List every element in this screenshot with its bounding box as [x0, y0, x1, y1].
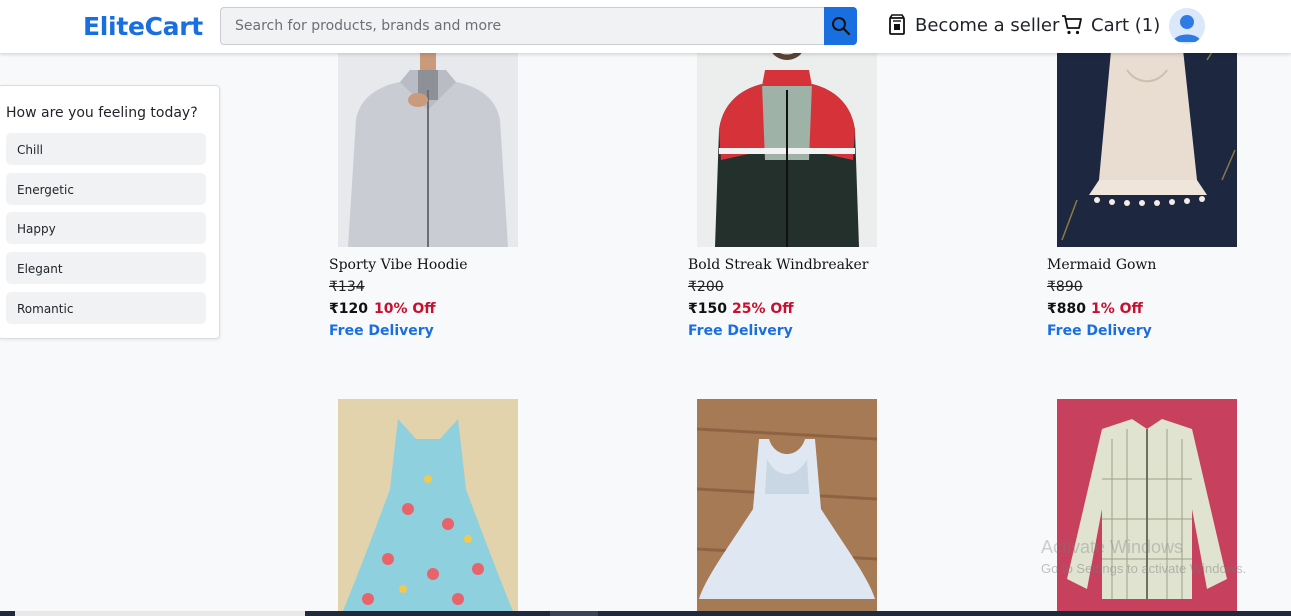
product-discount: 25% Off — [732, 301, 794, 317]
taskbar-item[interactable] — [550, 611, 598, 616]
cart-button[interactable]: Cart (1) — [1061, 14, 1160, 36]
product-name[interactable]: Mermaid Gown — [1047, 257, 1156, 273]
product-image[interactable] — [338, 399, 518, 611]
product-mrp: ₹200 — [688, 279, 724, 295]
mood-option-happy[interactable]: Happy — [6, 212, 206, 244]
search-input[interactable] — [220, 7, 824, 45]
mood-option-chill[interactable]: Chill — [6, 133, 206, 165]
search-icon — [831, 17, 850, 36]
product-mrp: ₹134 — [329, 279, 365, 295]
search-bar — [220, 7, 857, 45]
product-delivery: Free Delivery — [1047, 323, 1152, 339]
product-image[interactable] — [1057, 399, 1237, 611]
product-discount: 10% Off — [374, 301, 436, 317]
product-price: ₹150 — [688, 301, 727, 317]
cart-icon — [1062, 15, 1082, 35]
product-delivery: Free Delivery — [329, 323, 434, 339]
product-image[interactable] — [697, 399, 877, 611]
product-price: ₹120 — [329, 301, 368, 317]
mood-selector-panel: How are you feeling today? Chill Energet… — [0, 85, 220, 339]
store-icon — [889, 14, 905, 35]
product-discount: 1% Off — [1091, 301, 1143, 317]
product-delivery: Free Delivery — [688, 323, 793, 339]
search-button[interactable] — [824, 7, 857, 45]
become-seller-button[interactable]: Become a seller — [888, 14, 1059, 36]
mood-option-romantic[interactable]: Romantic — [6, 292, 206, 324]
mood-option-energetic[interactable]: Energetic — [6, 173, 206, 205]
top-navbar: EliteCart Become a seller Cart (1) — [0, 0, 1291, 53]
windows-watermark-subtitle: Go to Settings to activate Windows. — [1041, 561, 1247, 576]
windows-watermark-title: Activate Windows — [1041, 537, 1184, 557]
product-price: ₹880 — [1047, 301, 1086, 317]
product-name[interactable]: Sporty Vibe Hoodie — [329, 257, 468, 273]
cart-label: Cart (1) — [1091, 14, 1161, 36]
brand-logo[interactable]: EliteCart — [83, 12, 203, 41]
product-mrp: ₹890 — [1047, 279, 1083, 295]
become-seller-label: Become a seller — [915, 14, 1060, 36]
mood-option-elegant[interactable]: Elegant — [6, 252, 206, 284]
mood-title: How are you feeling today? — [6, 105, 198, 121]
taskbar-item[interactable] — [15, 611, 305, 616]
user-avatar-icon[interactable] — [1169, 8, 1205, 44]
product-name[interactable]: Bold Streak Windbreaker — [688, 257, 868, 273]
